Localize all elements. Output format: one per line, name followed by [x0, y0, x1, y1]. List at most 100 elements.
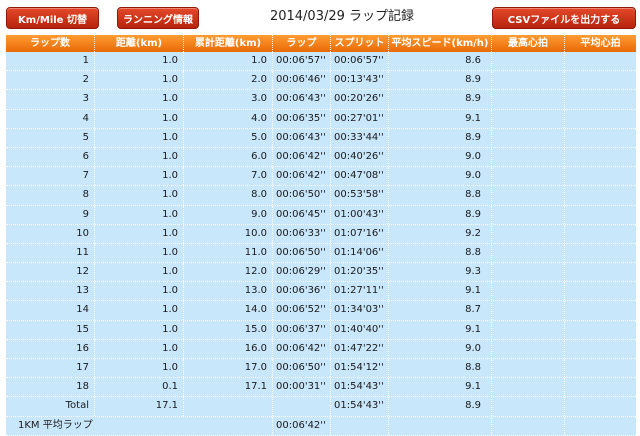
total-average-speed: 8.9: [389, 397, 492, 416]
lap-time: 00:06'43'': [273, 90, 331, 109]
lap-split: 01:00'43'': [331, 205, 389, 224]
lap-max-heart-rate: [492, 224, 565, 243]
lap-average-speed: 8.9: [389, 90, 492, 109]
lap-distance: 1.0: [95, 339, 184, 358]
lap-number: 2: [6, 71, 95, 90]
lap-cumulative-distance: 7.0: [184, 167, 273, 186]
total-max-heart-rate: [492, 397, 565, 416]
lap-number: 1: [6, 52, 95, 71]
total-split: 01:54'43'': [331, 397, 389, 416]
lap-average-speed: 8.9: [389, 205, 492, 224]
lap-average-speed: 9.0: [389, 167, 492, 186]
lap-max-heart-rate: [492, 52, 565, 71]
table-row: 11 1.0 11.0 00:06'50'' 01:14'06'' 8.8: [6, 243, 636, 264]
table-header-row: ラップ数 距離(km) 累計距離(km) ラップ スプリット 平均スピード(km…: [6, 35, 636, 52]
lap-average-heart-rate: [565, 301, 636, 319]
lap-average-heart-rate: [565, 359, 636, 377]
lap-cumulative-distance: 17.1: [184, 378, 273, 397]
lap-average-speed: 9.1: [389, 282, 492, 301]
header-cumulative-distance: 累計距離(km): [184, 35, 273, 52]
lap-table: ラップ数 距離(km) 累計距離(km) ラップ スプリット 平均スピード(km…: [6, 35, 636, 436]
lap-distance: 1.0: [95, 109, 184, 128]
total-lap-time: [273, 397, 331, 416]
lap-time: 00:00'31'': [273, 378, 331, 397]
lap-split: 00:06'57'': [331, 52, 389, 71]
lap-time: 00:06'29'': [273, 263, 331, 282]
lap-average-heart-rate: [565, 52, 636, 70]
running-info-button[interactable]: ランニング情報: [117, 7, 199, 29]
lap-distance: 1.0: [95, 224, 184, 243]
lap-cumulative-distance: 11.0: [184, 243, 273, 263]
lap-number: 16: [6, 339, 95, 358]
lap-number: 13: [6, 282, 95, 301]
lap-distance: 1.0: [95, 263, 184, 282]
lap-number: 12: [6, 263, 95, 282]
lap-average-heart-rate: [565, 282, 636, 300]
lap-average-speed: 8.8: [389, 243, 492, 263]
lap-distance: 1.0: [95, 359, 184, 378]
lap-max-heart-rate: [492, 186, 565, 205]
lap-average-speed: 9.0: [389, 339, 492, 358]
lap-average-speed: 9.1: [389, 109, 492, 128]
lap-time: 00:06'52'': [273, 301, 331, 320]
lap-average-speed: 8.8: [389, 359, 492, 378]
lap-max-heart-rate: [492, 205, 565, 224]
table-row: 17 1.0 17.0 00:06'50'' 01:54'12'' 8.8: [6, 359, 636, 379]
lap-max-heart-rate: [492, 378, 565, 397]
lap-distance: 1.0: [95, 128, 184, 147]
lap-cumulative-distance: 2.0: [184, 71, 273, 90]
lap-number: 6: [6, 147, 95, 167]
table-row: 3 1.0 3.0 00:06'43'' 00:20'26'' 8.9: [6, 90, 636, 110]
table-row: 1 1.0 1.0 00:06'57'' 00:06'57'' 8.6: [6, 52, 636, 72]
table-row: 9 1.0 9.0 00:06'45'' 01:00'43'' 8.9: [6, 205, 636, 225]
lap-max-heart-rate: [492, 167, 565, 186]
lap-max-heart-rate: [492, 147, 565, 167]
lap-time: 00:06'42'': [273, 147, 331, 167]
lap-distance: 1.0: [95, 320, 184, 339]
lap-time: 00:06'35'': [273, 109, 331, 128]
lap-split: 00:13'43'': [331, 71, 389, 90]
lap-max-heart-rate: [492, 109, 565, 128]
lap-average-heart-rate: [565, 244, 636, 262]
lap-number: 18: [6, 378, 95, 397]
lap-max-heart-rate: [492, 90, 565, 109]
lap-distance: 1.0: [95, 301, 184, 320]
lap-average-heart-rate: [565, 110, 636, 128]
lap-average-heart-rate: [565, 167, 636, 185]
lap-number: 4: [6, 109, 95, 128]
total-cumulative: [184, 397, 273, 416]
lap-max-heart-rate: [492, 320, 565, 339]
table-row: 13 1.0 13.0 00:06'36'' 01:27'11'' 9.1: [6, 282, 636, 302]
lap-average-heart-rate: [565, 340, 636, 358]
table-row: 7 1.0 7.0 00:06'42'' 00:47'08'' 9.0: [6, 167, 636, 187]
lap-number: 15: [6, 320, 95, 339]
lap-number: 10: [6, 224, 95, 243]
lap-time: 00:06'42'': [273, 339, 331, 358]
lap-cumulative-distance: 8.0: [184, 186, 273, 205]
table-row: 5 1.0 5.0 00:06'43'' 00:33'44'' 8.9: [6, 128, 636, 148]
table-row: 2 1.0 2.0 00:06'46'' 00:13'43'' 8.9: [6, 71, 636, 91]
lap-average-heart-rate: [565, 378, 636, 396]
lap-average-heart-rate: [565, 225, 636, 243]
km-mile-toggle-button[interactable]: Km/Mile 切替: [6, 7, 99, 29]
csv-export-button[interactable]: CSVファイルを出力する: [492, 7, 636, 29]
lap-max-heart-rate: [492, 243, 565, 263]
lap-average-speed: 9.3: [389, 263, 492, 282]
lap-time: 00:06'36'': [273, 282, 331, 301]
lap-cumulative-distance: 14.0: [184, 301, 273, 320]
lap-cumulative-distance: 10.0: [184, 224, 273, 243]
table-row: 12 1.0 12.0 00:06'29'' 01:20'35'' 9.3: [6, 263, 636, 283]
total-label: Total: [6, 397, 95, 416]
lap-split: 01:07'16'': [331, 224, 389, 243]
lap-max-heart-rate: [492, 359, 565, 378]
lap-number: 11: [6, 243, 95, 263]
lap-distance: 1.0: [95, 52, 184, 71]
lap-split: 01:20'35'': [331, 263, 389, 282]
lap-average-heart-rate: [565, 321, 636, 339]
lap-cumulative-distance: 16.0: [184, 339, 273, 358]
toolbar: Km/Mile 切替 ランニング情報 2014/03/29 ラップ記録 CSVフ…: [0, 0, 640, 34]
lap-cumulative-distance: 15.0: [184, 320, 273, 339]
total-distance: 17.1: [95, 397, 184, 416]
lap-max-heart-rate: [492, 339, 565, 358]
lap-split: 00:27'01'': [331, 109, 389, 128]
